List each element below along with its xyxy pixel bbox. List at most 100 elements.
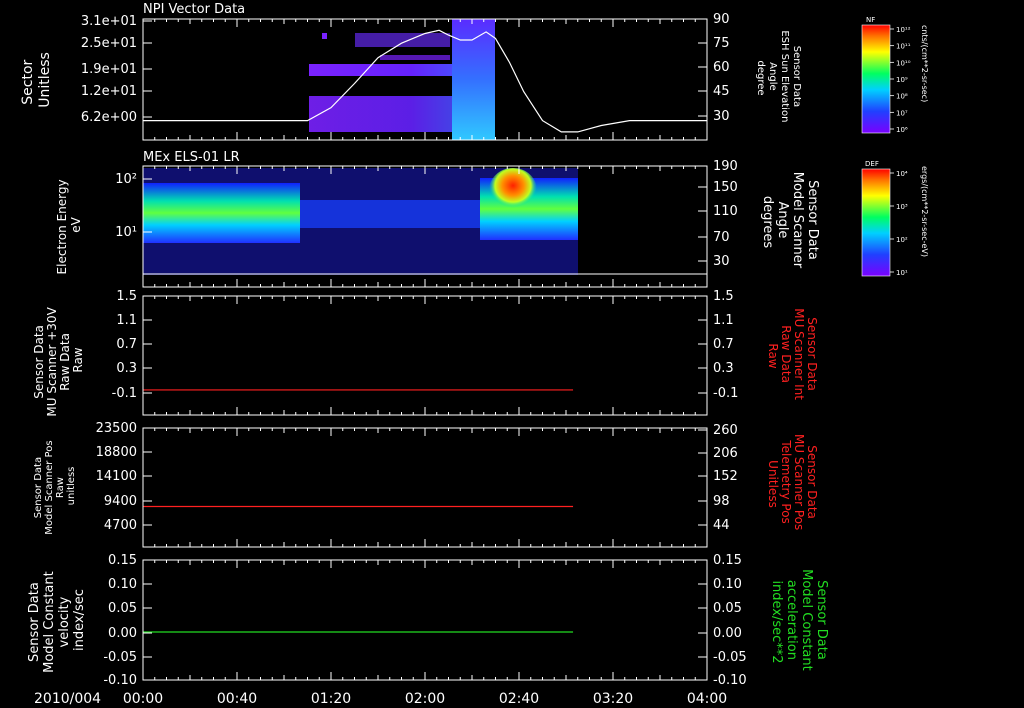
- y-tick-label-left: 23500: [96, 421, 137, 436]
- panel-npi: NPI Vector Data 3.1e+01 2.5e+01 1.9e+01 1.2…: [20, 2, 802, 141]
- panel-els: MEx ELS-01 LR 10² 10¹ 190 150 110 70 30 Electr…: [55, 150, 820, 288]
- npi-speckle-2: [322, 33, 327, 39]
- scanner-pos-ylabel-left: Sensor Data Model Scanner Pos Raw unitle…: [33, 437, 77, 534]
- y-tick-label-left: 18800: [96, 445, 137, 460]
- y-tick-label-left: 14100: [96, 469, 137, 484]
- colorbar-tick-label: 10¹⁰: [896, 59, 911, 67]
- y-tick-label-right: 1.1: [713, 313, 734, 328]
- time-tick-label: 03:20: [593, 691, 633, 707]
- date-label: 2010/004: [34, 691, 101, 707]
- y-tick-label-right: -0.05: [713, 650, 747, 665]
- y-tick-label-right: 75: [713, 36, 730, 51]
- time-tick-label: 02:40: [499, 691, 539, 707]
- y-tick-label-left: 10²: [115, 172, 137, 187]
- y-tick-label-left: 1.5: [116, 289, 137, 304]
- y-tick-label-left: 1.2e+01: [81, 84, 137, 99]
- npi-ylabel-right: Sensor Data ESH Sun Elevation Angle degr…: [755, 30, 802, 125]
- time-tick-label: 00:40: [217, 691, 257, 707]
- colorbar-nf-ticks: 10¹² 10¹¹ 10¹⁰ 10⁹ 10⁸ 10⁷ 10⁶: [890, 26, 911, 134]
- y-tick-label-left: -0.1: [112, 386, 137, 401]
- colorbar-tick-label: 10⁴: [896, 170, 908, 178]
- colorbar-def-title: DEF: [865, 160, 879, 168]
- npi-speckle-3: [380, 55, 450, 60]
- colorbar-tick-label: 10⁹: [896, 76, 908, 84]
- y-tick-label-left: 0.00: [108, 626, 137, 641]
- y-tick-label-right: 0.15: [713, 553, 742, 568]
- y-tick-label-left: -0.10: [103, 673, 137, 688]
- y-tick-label-right: 30: [713, 254, 730, 269]
- y-tick-label-right: 260: [713, 423, 738, 438]
- colorbar-nf: NF 10¹² 10¹¹ 10¹⁰ 10⁹ 10⁸ 10⁷ 10⁶ cnts/(cm**2-…: [861, 16, 929, 134]
- npi-block: [452, 19, 495, 140]
- time-tick-label: 04:00: [687, 691, 727, 707]
- y-tick-label-left: 1.9e+01: [81, 62, 137, 77]
- els-main-band: [143, 183, 300, 243]
- scanner-pos-frame: [142, 427, 708, 548]
- npi-ylabel-left: Sector Unitless: [20, 52, 53, 108]
- scanner-raw-frame: [142, 295, 708, 416]
- y-tick-label-left: 0.15: [108, 553, 137, 568]
- colorbar-tick-label: 10²: [896, 236, 908, 244]
- panel-scanner-raw: 1.5 1.1 0.7 0.3 -0.1 1.5 1.1 0.7 0.3 -0.1 Sensor …: [32, 289, 819, 417]
- colorbar-nf-title: NF: [866, 16, 875, 24]
- colorbar-tick-label: 10³: [896, 203, 908, 211]
- colorbar-tick-label: 10¹¹: [896, 43, 911, 51]
- y-tick-label-left: 4700: [104, 518, 137, 533]
- y-tick-label-left: 1.1: [116, 313, 137, 328]
- els-ylabel-right: Sensor Data Model Scanner Angle degrees: [760, 172, 820, 273]
- scanner-pos-ylabel-right: Sensor Data MU Scanner Pos Telemetry Pos…: [766, 434, 819, 534]
- colorbar-nf-gradient: [861, 24, 891, 134]
- colorbar-def: DEF 10⁴ 10³ 10² 10¹ ergs/(cm**2-sr-sec-eV): [861, 160, 929, 277]
- y-tick-label-right: 70: [713, 230, 730, 245]
- colorbar-tick-label: 10⁷: [896, 109, 908, 117]
- colorbar-def-gradient: [861, 168, 891, 277]
- y-tick-label-right: 30: [713, 109, 730, 124]
- y-tick-label-right: 45: [713, 84, 730, 99]
- y-tick-label-right: 98: [713, 494, 730, 509]
- colorbar-nf-unit: cnts/(cm**2-sr-sec): [920, 25, 929, 102]
- time-axis: 2010/004 00:00 00:40 01:20 02:00 02:40 03:20 0…: [34, 691, 727, 707]
- y-tick-label-left: 3.1e+01: [81, 14, 137, 29]
- y-tick-label-left: 0.10: [108, 577, 137, 592]
- y-tick-label-right: 150: [713, 180, 738, 195]
- y-tick-label-left: -0.05: [103, 650, 137, 665]
- panel-npi-title: NPI Vector Data: [143, 2, 245, 17]
- panel-els-title: MEx ELS-01 LR: [143, 150, 240, 165]
- time-tick-label: 00:00: [123, 691, 163, 707]
- y-tick-label-right: 1.5: [713, 289, 734, 304]
- y-tick-label-left: 10¹: [115, 225, 137, 240]
- npi-speckle-1: [355, 33, 450, 47]
- els-mid-band: [300, 200, 480, 228]
- scanner-raw-ylabel-left: Sensor Data MU Scanner +30V Raw Data Raw: [32, 303, 85, 416]
- panel-scanner-pos: 23500 18800 14100 9400 4700 260 206 152 98 44 Sen…: [33, 421, 819, 548]
- colorbar-def-ticks: 10⁴ 10³ 10² 10¹: [890, 170, 908, 277]
- y-tick-label-left: 9400: [104, 494, 137, 509]
- y-tick-label-right: 0.05: [713, 601, 742, 616]
- y-tick-label-left: 6.2e+00: [81, 110, 137, 125]
- y-tick-label-right: 206: [713, 446, 738, 461]
- y-tick-label-right: 60: [713, 60, 730, 75]
- y-tick-label-right: 90: [713, 12, 730, 27]
- y-tick-label-left: 0.7: [116, 337, 137, 352]
- npi-spectrogram: [309, 19, 495, 140]
- time-tick-labels: 00:00 00:40 01:20 02:00 02:40 03:20 04:00: [123, 691, 727, 707]
- y-tick-label-right: 0.7: [713, 337, 734, 352]
- els-hot-spot: [489, 168, 537, 212]
- colorbar-def-unit: ergs/(cm**2-sr-sec-eV): [920, 166, 929, 257]
- y-tick-label-right: 44: [713, 518, 730, 533]
- y-tick-label-right: 110: [713, 204, 738, 219]
- model-constant-ylabel-left: Sensor Data Model Constant velocity inde…: [27, 567, 87, 673]
- y-tick-label-right: 0.00: [713, 626, 742, 641]
- colorbar-tick-label: 10⁶: [896, 126, 908, 134]
- scanner-raw-axis-ticks: 1.5 1.1 0.7 0.3 -0.1 1.5 1.1 0.7 0.3 -0.1: [112, 289, 738, 415]
- y-tick-label-right: -0.1: [713, 386, 738, 401]
- y-tick-label-right: 190: [713, 159, 738, 174]
- scanner-pos-axis-ticks: 23500 18800 14100 9400 4700 260 206 152 98 44: [96, 421, 738, 547]
- y-tick-label-right: -0.10: [713, 673, 747, 688]
- y-tick-label-left: 0.05: [108, 601, 137, 616]
- colorbar-tick-label: 10¹²: [896, 26, 911, 34]
- model-constant-ylabel-right: Sensor Data Model Constant acceleration …: [769, 569, 829, 675]
- y-tick-label-left: 2.5e+01: [81, 36, 137, 51]
- y-tick-label-left: 0.3: [116, 361, 137, 376]
- plot-canvas: NPI Vector Data 3.1e+01 2.5e+01 1.9e+01 1.2…: [20, 2, 929, 707]
